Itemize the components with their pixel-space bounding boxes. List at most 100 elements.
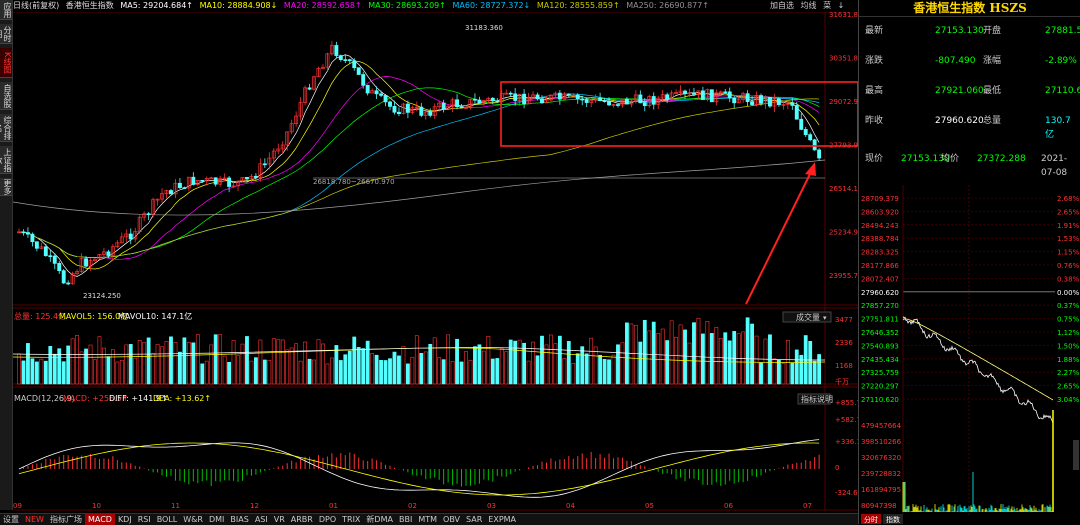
candle-body[interactable] (624, 98, 629, 105)
candle-body[interactable] (540, 98, 544, 104)
indicator-tab-10[interactable]: ASI (252, 514, 271, 525)
indicator-tab-14[interactable]: TRIX (339, 514, 363, 525)
candle-body[interactable] (513, 93, 518, 101)
candle-body[interactable] (227, 177, 232, 187)
candle-body[interactable] (30, 233, 35, 243)
candle-body[interactable] (338, 55, 343, 60)
candle-body[interactable] (638, 94, 643, 104)
indicator-tab-20[interactable]: EXPMA (485, 514, 519, 525)
candle-body[interactable] (580, 98, 585, 101)
candle-body[interactable] (379, 93, 384, 96)
candle-body[interactable] (508, 92, 513, 95)
candle-body[interactable] (584, 99, 589, 103)
indicator-tab-4[interactable]: KDJ (115, 514, 135, 525)
candle-body[interactable] (700, 90, 705, 100)
candle-body[interactable] (428, 111, 433, 116)
candle-body[interactable] (48, 255, 53, 258)
candle-body[interactable] (200, 179, 205, 182)
candle-body[interactable] (709, 89, 714, 103)
candle-body[interactable] (21, 231, 26, 234)
candle-body[interactable] (388, 101, 392, 107)
kline-chart-area[interactable]: 31631.8630351.8829072.9527793.9126514.19… (13, 12, 858, 512)
candle-body[interactable] (419, 106, 424, 116)
candle-body[interactable] (535, 94, 540, 100)
candle-body[interactable] (169, 190, 173, 195)
indicator-tab-3[interactable]: MACD (84, 514, 115, 525)
candle-body[interactable] (651, 96, 656, 105)
candle-body[interactable] (750, 101, 755, 105)
candle-body[interactable] (776, 98, 781, 106)
candle-body[interactable] (397, 111, 401, 114)
candle-body[interactable] (383, 95, 388, 103)
candle-body[interactable] (794, 105, 799, 120)
candle-body[interactable] (790, 102, 795, 106)
candle-body[interactable] (490, 97, 495, 102)
candle-body[interactable] (245, 177, 249, 180)
candle-body[interactable] (356, 67, 361, 75)
candle-body[interactable] (441, 102, 446, 110)
candle-body[interactable] (665, 94, 670, 100)
left-tab-5[interactable]: 上证指数 (0, 146, 12, 174)
candle-body[interactable] (602, 100, 607, 103)
candle-body[interactable] (745, 93, 750, 102)
candle-body[interactable] (455, 99, 460, 107)
left-tab-4[interactable]: 综合排名 (0, 114, 12, 142)
candle-body[interactable] (472, 98, 477, 101)
volume-dropdown-chevron[interactable]: ▾ (823, 314, 827, 322)
left-tab-2[interactable]: K线图 (0, 48, 12, 78)
candle-body[interactable] (392, 106, 397, 113)
candle-body[interactable] (374, 90, 379, 95)
candle-body[interactable] (723, 91, 728, 94)
candle-body[interactable] (683, 90, 687, 94)
indicator-tab-12[interactable]: ARBR (288, 514, 316, 525)
candle-body[interactable] (347, 59, 352, 62)
candlesticks[interactable] (17, 41, 822, 286)
candle-body[interactable] (334, 45, 339, 56)
left-tab-3[interactable]: 自选股 (0, 82, 12, 110)
candle-body[interactable] (477, 99, 482, 104)
candle-body[interactable] (61, 270, 66, 284)
candle-body[interactable] (262, 163, 267, 166)
indicator-tab-5[interactable]: RSI (135, 514, 154, 525)
candle-body[interactable] (616, 104, 620, 106)
candle-body[interactable] (495, 100, 500, 103)
indicator-tab-13[interactable]: DPO (316, 514, 339, 525)
candle-body[interactable] (253, 175, 258, 178)
candle-body[interactable] (808, 134, 813, 141)
indicator-tab-18[interactable]: OBV (440, 514, 463, 525)
candle-body[interactable] (812, 139, 817, 151)
candle-body[interactable] (607, 100, 611, 106)
candle-body[interactable] (598, 97, 603, 102)
indicator-tab-15[interactable]: 新DMA (363, 514, 396, 525)
candle-body[interactable] (34, 241, 39, 249)
left-tab-6[interactable]: 更多 (0, 178, 12, 196)
candle-body[interactable] (365, 84, 370, 94)
candle-body[interactable] (575, 94, 580, 100)
candle-body[interactable] (66, 282, 71, 285)
candle-body[interactable] (799, 118, 804, 130)
candle-body[interactable] (177, 182, 182, 188)
candle-body[interactable] (768, 96, 772, 107)
candle-body[interactable] (307, 87, 312, 90)
candle-body[interactable] (128, 233, 133, 240)
add-watch-button[interactable]: 加自选 (770, 1, 794, 10)
candle-body[interactable] (759, 95, 763, 104)
menu-icon[interactable]: 菜 (823, 1, 831, 10)
candle-body[interactable] (213, 177, 218, 185)
candle-body[interactable] (106, 251, 111, 256)
ma-settings-button[interactable]: 均线 (801, 1, 817, 10)
indicator-tab-17[interactable]: MTM (415, 514, 440, 525)
left-tab-1[interactable]: 分时图 (0, 24, 12, 44)
candle-body[interactable] (692, 92, 696, 95)
candle-body[interactable] (732, 97, 737, 104)
candle-body[interactable] (727, 91, 732, 99)
indicator-tab-9[interactable]: BIAS (227, 514, 251, 525)
candle-body[interactable] (405, 103, 410, 113)
indicator-tab-16[interactable]: BBI (396, 514, 415, 525)
collapse-icon[interactable]: ↓ (838, 1, 845, 10)
chart-period[interactable]: 日线(前复权) (13, 1, 59, 10)
indicator-tab-8[interactable]: DMI (206, 514, 227, 525)
candle-body[interactable] (43, 246, 48, 257)
candle-body[interactable] (817, 149, 822, 159)
indicator-tab-6[interactable]: BOLL (154, 514, 181, 525)
